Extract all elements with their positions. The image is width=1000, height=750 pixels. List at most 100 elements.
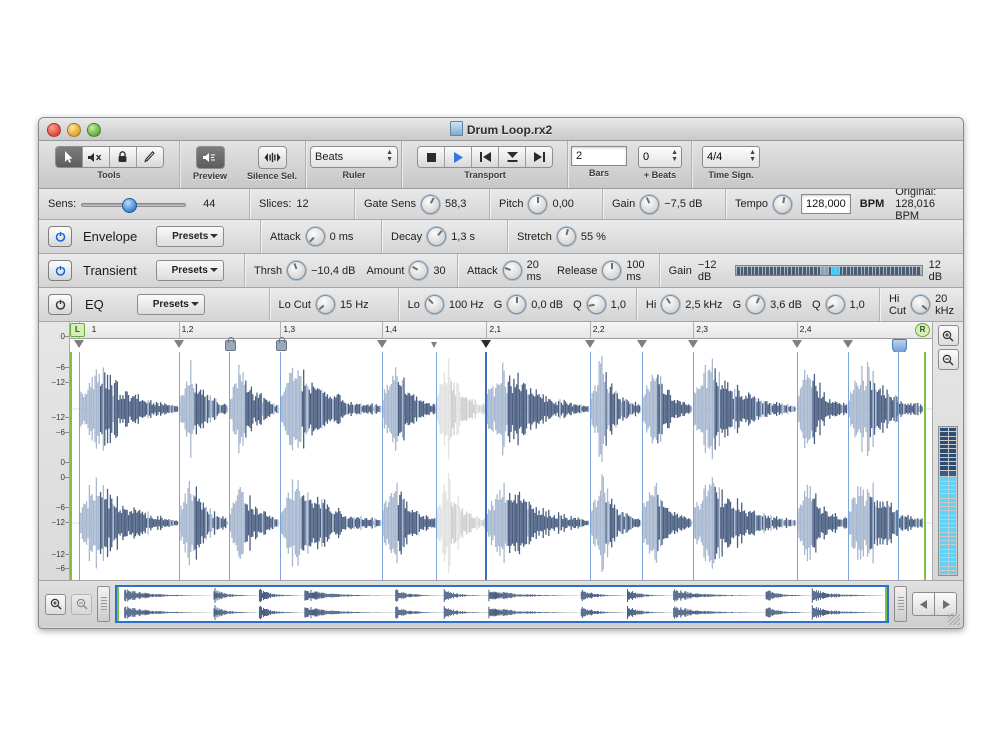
loop-start-edge[interactable] xyxy=(70,352,72,580)
slice-marker-handle[interactable] xyxy=(585,340,595,348)
gain-segment xyxy=(840,267,843,275)
eq-lo-gain-knob[interactable] xyxy=(507,295,526,314)
gain-segment xyxy=(818,267,821,275)
time-signature-stepper[interactable]: 4/4 ▲▼ xyxy=(702,146,760,168)
slice-divider[interactable] xyxy=(79,352,80,580)
slice-divider[interactable] xyxy=(848,352,849,580)
envelope-presets-button[interactable]: Presets xyxy=(156,226,224,247)
sens-slider[interactable] xyxy=(81,198,186,210)
slice-divider[interactable] xyxy=(485,352,487,580)
loop-button[interactable] xyxy=(499,147,526,167)
eq-hi-q-knob[interactable] xyxy=(826,295,845,314)
slice-marker-handle[interactable] xyxy=(792,340,802,348)
timeline-ruler[interactable]: 11,21,31,42,12,22,32,4LR xyxy=(70,322,932,339)
bars-input[interactable]: 2 xyxy=(571,146,627,166)
arrow-tool[interactable] xyxy=(56,147,83,167)
slice-divider[interactable] xyxy=(179,352,180,580)
gain-segment xyxy=(741,267,744,275)
zoom-in-vertical-button[interactable] xyxy=(938,325,959,346)
loop-start-flag[interactable]: L xyxy=(70,323,85,337)
meter-segment xyxy=(949,562,957,565)
loop-end-edge[interactable] xyxy=(924,352,926,580)
slice-marker-handle[interactable] xyxy=(431,342,437,348)
loop-end-flag[interactable]: R xyxy=(915,323,930,337)
slice-marker-handle[interactable] xyxy=(377,340,387,348)
slice-marker-handle[interactable] xyxy=(74,340,84,348)
rewind-button[interactable] xyxy=(472,147,499,167)
meter-segment xyxy=(949,471,957,477)
overview-zoom-in-button[interactable] xyxy=(45,594,66,615)
gain-segment xyxy=(770,267,773,275)
envelope-attack-value: 0 ms xyxy=(330,231,354,243)
mute-tool[interactable] xyxy=(83,147,110,167)
gate-sens-knob[interactable] xyxy=(421,195,440,214)
preview-button[interactable] xyxy=(196,146,225,169)
beats-stepper[interactable]: 0 ▲▼ xyxy=(638,146,682,168)
transient-power-button[interactable] xyxy=(48,260,72,281)
resize-grip-icon[interactable] xyxy=(948,613,960,625)
slice-divider[interactable] xyxy=(280,352,281,580)
overview-prev-button[interactable] xyxy=(912,592,935,616)
silence-selection-button[interactable] xyxy=(258,146,287,169)
pencil-tool[interactable] xyxy=(137,147,163,167)
loop-marker-line[interactable] xyxy=(898,352,899,580)
eq-power-button[interactable] xyxy=(48,294,72,315)
eq-hicut-knob[interactable] xyxy=(911,295,930,314)
slice-marker-handle[interactable] xyxy=(843,340,853,348)
slice-divider[interactable] xyxy=(642,352,643,580)
slice-lock-marker[interactable] xyxy=(225,340,236,351)
meter-segment xyxy=(949,537,957,540)
eq-locut-knob[interactable] xyxy=(316,295,335,314)
slice-marker-handle[interactable] xyxy=(637,340,647,348)
gain-segment xyxy=(851,267,854,275)
envelope-attack-knob[interactable] xyxy=(306,227,325,246)
slice-divider[interactable] xyxy=(229,352,230,580)
gain-segment xyxy=(858,267,861,275)
sens-slider-thumb[interactable] xyxy=(122,198,137,213)
envelope-decay-knob[interactable] xyxy=(427,227,446,246)
slice-divider[interactable] xyxy=(797,352,798,580)
eq-hi-freq-knob[interactable] xyxy=(661,295,680,314)
slice-marker-handle[interactable] xyxy=(481,340,491,348)
slice-divider[interactable] xyxy=(693,352,694,580)
transient-presets-button[interactable]: Presets xyxy=(156,260,224,281)
tempo-knob[interactable] xyxy=(773,195,792,214)
transient-attack-knob[interactable] xyxy=(503,261,522,280)
envelope-power-button[interactable] xyxy=(48,226,72,247)
gain-segment xyxy=(777,267,780,275)
play-button[interactable] xyxy=(445,147,472,167)
waveform-display[interactable] xyxy=(70,352,932,580)
document-icon xyxy=(450,121,463,136)
stop-button[interactable] xyxy=(418,147,445,167)
transient-thrsh-knob[interactable] xyxy=(287,261,306,280)
slice-divider[interactable] xyxy=(590,352,591,580)
gain-knob[interactable] xyxy=(640,195,659,214)
lock-tool[interactable] xyxy=(110,147,137,167)
overview-right-handle[interactable] xyxy=(894,586,907,622)
tempo-input[interactable]: 128,000 xyxy=(801,194,851,214)
eq-lo-q-knob[interactable] xyxy=(587,295,606,314)
meter-segment xyxy=(949,482,957,485)
slice-marker-handle[interactable] xyxy=(174,340,184,348)
eq-lo-freq-knob[interactable] xyxy=(425,295,444,314)
eq-hi-gain-knob[interactable] xyxy=(746,295,765,314)
transient-gain-min: −12 dB xyxy=(698,259,729,283)
slice-lock-marker[interactable] xyxy=(276,340,287,351)
envelope-stretch-knob[interactable] xyxy=(557,227,576,246)
transient-release-knob[interactable] xyxy=(602,261,621,280)
overview-waveform-strip[interactable] xyxy=(115,585,889,623)
overview-left-handle[interactable] xyxy=(97,586,110,622)
slice-marker-handle[interactable] xyxy=(688,340,698,348)
ruler-select[interactable]: Beats ▲▼ xyxy=(310,146,398,168)
forward-button[interactable] xyxy=(526,147,552,167)
pitch-knob[interactable] xyxy=(528,195,547,214)
slice-divider[interactable] xyxy=(436,352,437,580)
overview-zoom-out-button[interactable] xyxy=(71,594,92,615)
zoom-out-vertical-button[interactable] xyxy=(938,349,959,370)
waveform-canvas-wrap[interactable]: 11,21,31,42,12,22,32,4LR xyxy=(70,322,932,580)
gain-segment xyxy=(880,267,883,275)
transient-amount-knob[interactable] xyxy=(409,261,428,280)
transient-gain-slider[interactable] xyxy=(735,265,923,276)
eq-presets-button[interactable]: Presets xyxy=(137,294,205,315)
slice-divider[interactable] xyxy=(382,352,383,580)
